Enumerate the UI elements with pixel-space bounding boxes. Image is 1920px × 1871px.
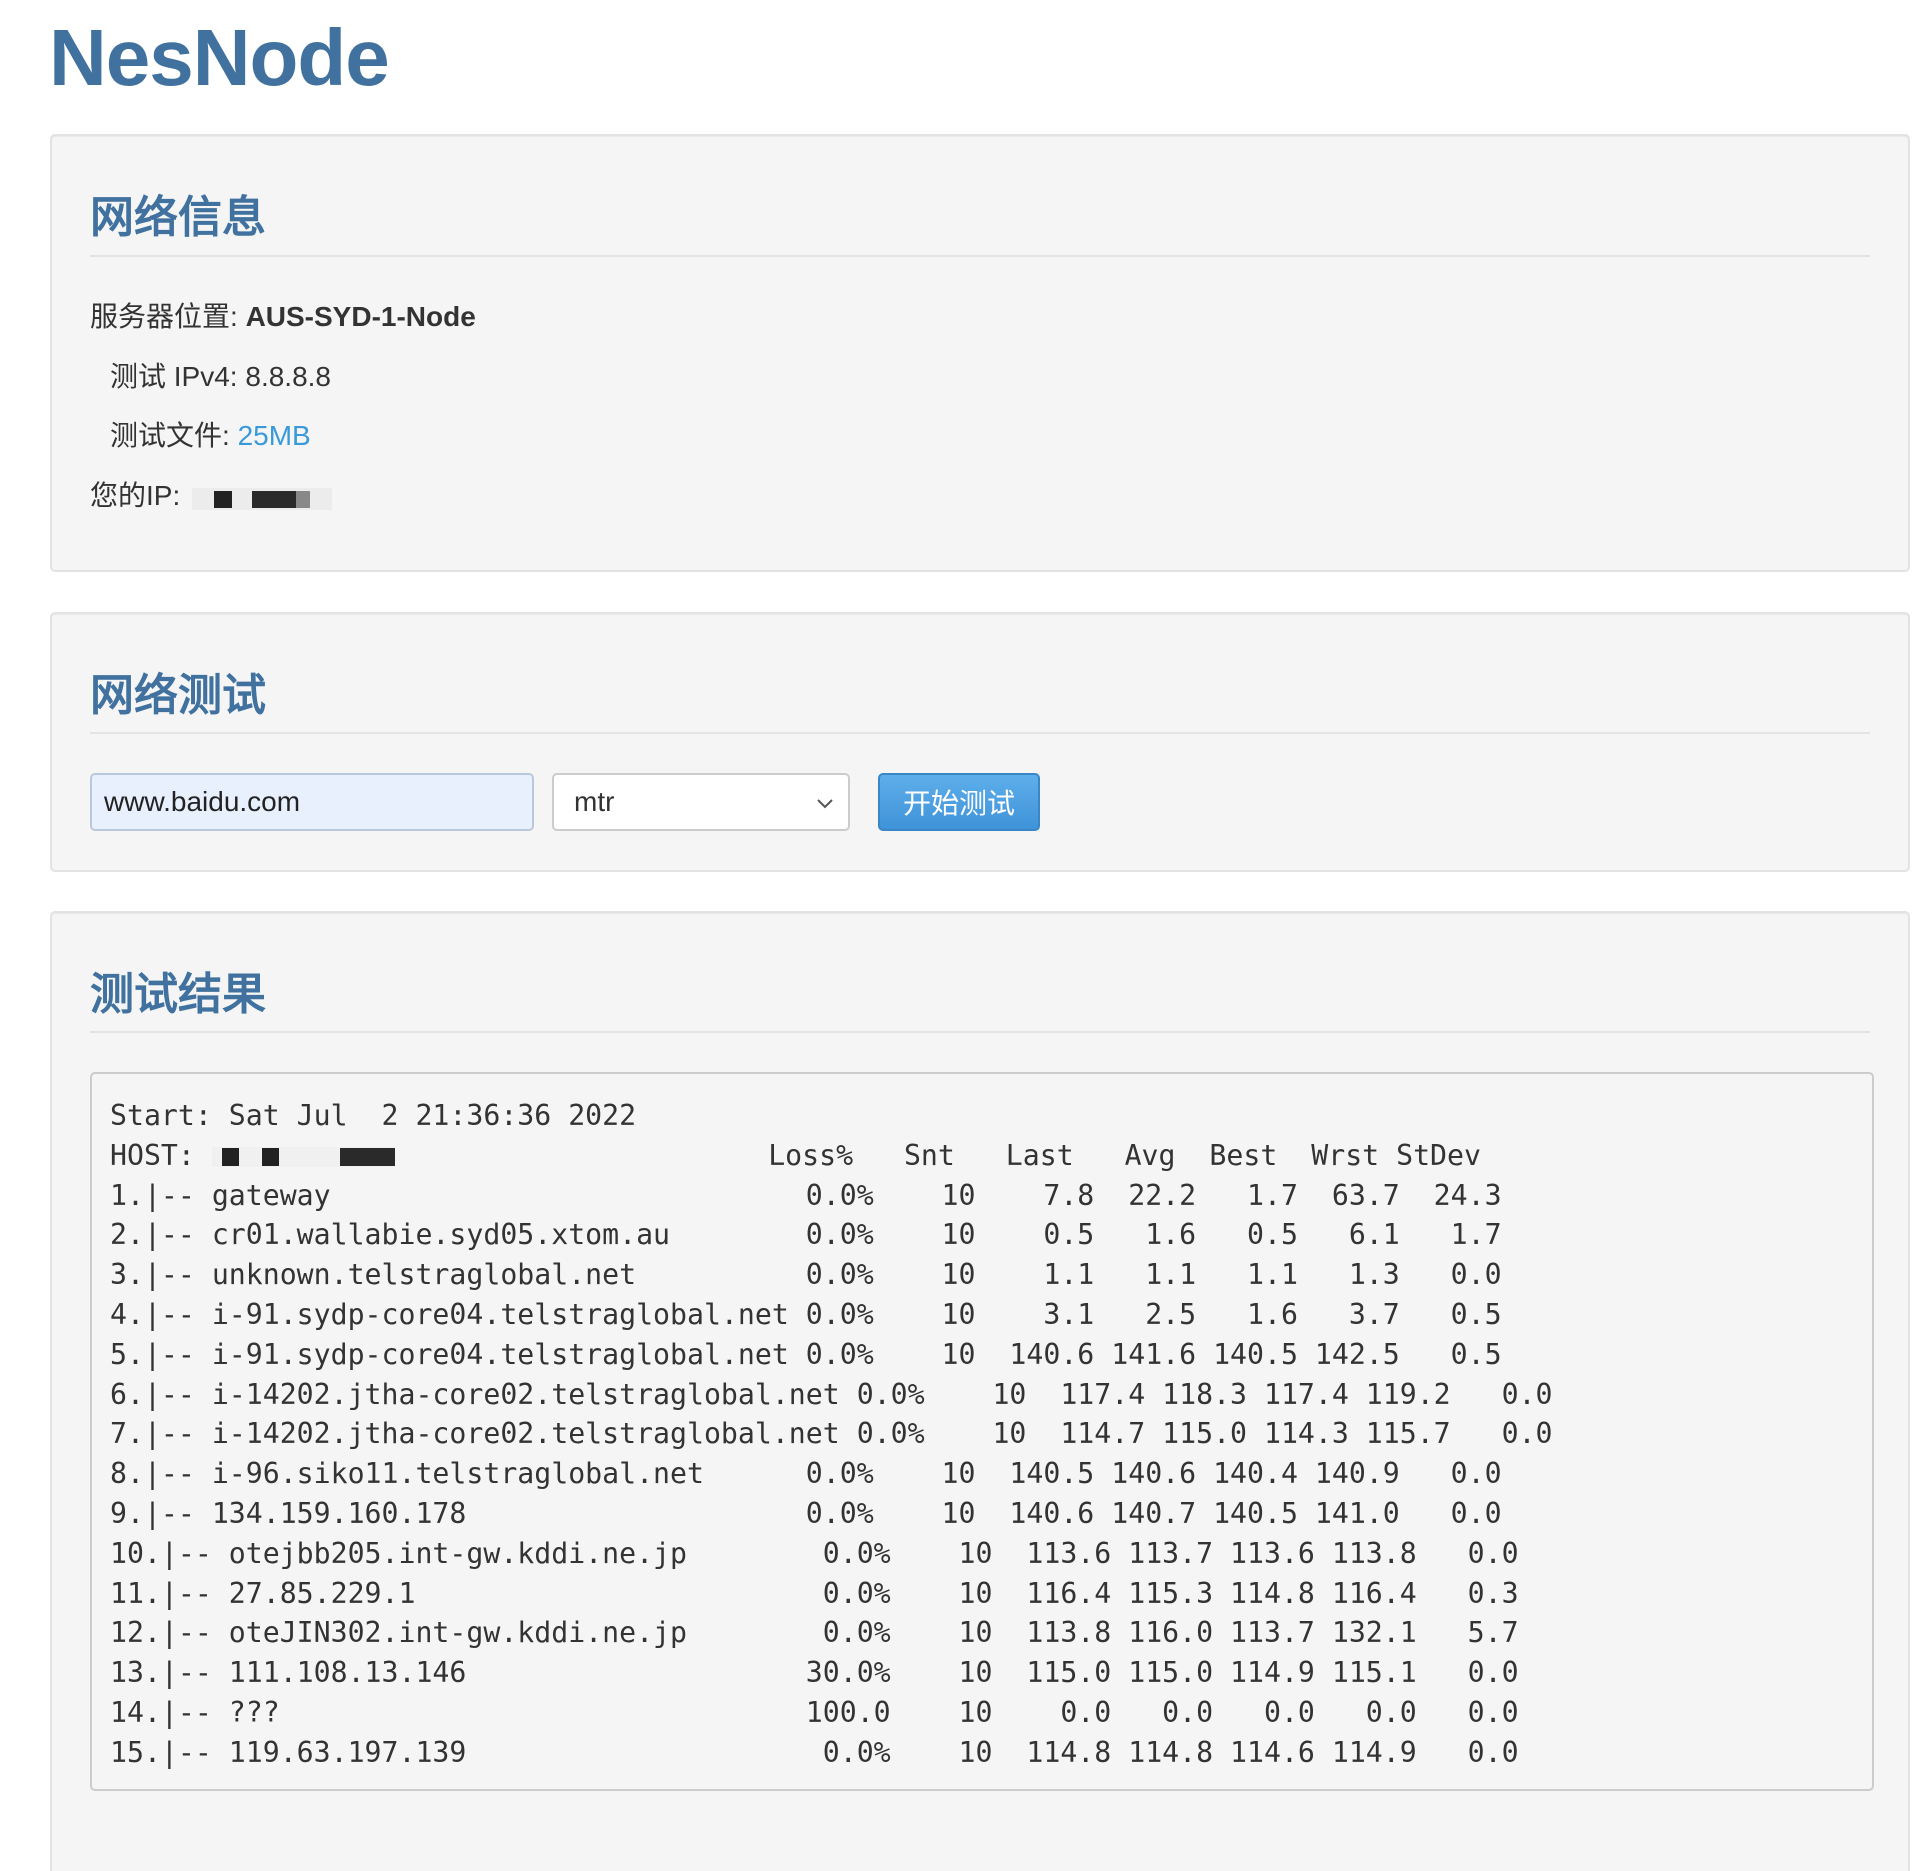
server-location-value: AUS-SYD-1-Node [245, 301, 476, 332]
host-header-line: HOST: Loss% Snt Last Avg Best Wrst StDev [110, 1136, 1854, 1176]
hop-row: 5.|-- i-91.sydp-core04.telstraglobal.net… [110, 1337, 1502, 1371]
hop-row: 4.|-- i-91.sydp-core04.telstraglobal.net… [110, 1297, 1502, 1331]
divider [90, 1031, 1870, 1033]
test-ipv4-label: 测试 IPv4: [110, 361, 238, 392]
hop-row: 14.|-- ??? 100.0 10 0.0 0.0 0.0 0.0 0.0 [110, 1695, 1519, 1729]
test-result-panel: 测试结果 Start: Sat Jul 2 21:36:36 2022 HOST:… [50, 911, 1910, 1871]
your-ip-label: 您的IP: [90, 480, 181, 511]
hop-row: 12.|-- oteJIN302.int-gw.kddi.ne.jp 0.0% … [110, 1616, 1519, 1650]
start-test-button[interactable]: 开始测试 [878, 773, 1040, 831]
start-line: Start: Sat Jul 2 21:36:36 2022 [110, 1099, 637, 1132]
hop-row: 8.|-- i-96.siko11.telstraglobal.net 0.0%… [110, 1457, 1502, 1491]
target-host-input[interactable] [90, 773, 534, 831]
divider [90, 255, 1870, 257]
hop-row: 15.|-- 119.63.197.139 0.0% 10 114.8 114.… [110, 1735, 1519, 1769]
redacted-ip-value [192, 487, 333, 510]
chevron-down-icon [817, 799, 833, 809]
hop-row: 10.|-- otejbb205.int-gw.kddi.ne.jp 0.0% … [110, 1536, 1519, 1570]
hop-row: 11.|-- 27.85.229.1 0.0% 10 116.4 115.3 1… [110, 1576, 1519, 1610]
test-mode-select[interactable]: mtr [552, 773, 850, 831]
server-location-row: 服务器位置: AUS-SYD-1-Node [90, 303, 476, 331]
column-headers: Loss% Snt Last Avg Best Wrst StDev [768, 1138, 1481, 1172]
divider [90, 732, 1870, 734]
server-location-label: 服务器位置: [90, 301, 238, 332]
result-output: Start: Sat Jul 2 21:36:36 2022 HOST: Loss… [90, 1072, 1874, 1791]
test-result-heading: 测试结果 [90, 970, 266, 1019]
hop-row: 1.|-- gateway 0.0% 10 7.8 22.2 1.7 63.7 … [110, 1178, 1502, 1212]
hop-row: 13.|-- 111.108.13.146 30.0% 10 115.0 115… [110, 1656, 1519, 1690]
network-info-panel: 网络信息 服务器位置: AUS-SYD-1-Node 测试 IPv4: 8.8.… [50, 134, 1910, 572]
network-info-heading: 网络信息 [90, 193, 266, 242]
hop-row: 9.|-- 134.159.160.178 0.0% 10 140.6 140.… [110, 1496, 1502, 1530]
test-mode-value: mtr [574, 786, 615, 817]
test-file-link[interactable]: 25MB [238, 420, 311, 451]
site-title: NesNode [49, 13, 390, 102]
hop-row: 3.|-- unknown.telstraglobal.net 0.0% 10 … [110, 1258, 1502, 1292]
network-test-heading: 网络测试 [90, 671, 266, 720]
hop-row: 7.|-- i-14202.jtha-core02.telstraglobal.… [110, 1417, 1553, 1451]
your-ip-row: 您的IP: [90, 480, 333, 511]
test-ipv4-value: 8.8.8.8 [245, 361, 332, 392]
test-file-label: 测试文件: [110, 420, 230, 451]
mtr-output-text: Start: Sat Jul 2 21:36:36 2022 HOST: Loss… [110, 1096, 1854, 1773]
redacted-host-value [211, 1138, 395, 1167]
host-label: HOST: [110, 1138, 195, 1172]
hop-row: 2.|-- cr01.wallabie.syd05.xtom.au 0.0% 1… [110, 1218, 1502, 1252]
test-file-row: 测试文件: 25MB [110, 422, 311, 450]
network-test-panel: 网络测试 mtr 开始测试 [50, 612, 1910, 872]
hop-row: 6.|-- i-14202.jtha-core02.telstraglobal.… [110, 1377, 1553, 1411]
test-ipv4-row: 测试 IPv4: 8.8.8.8 [110, 363, 331, 391]
